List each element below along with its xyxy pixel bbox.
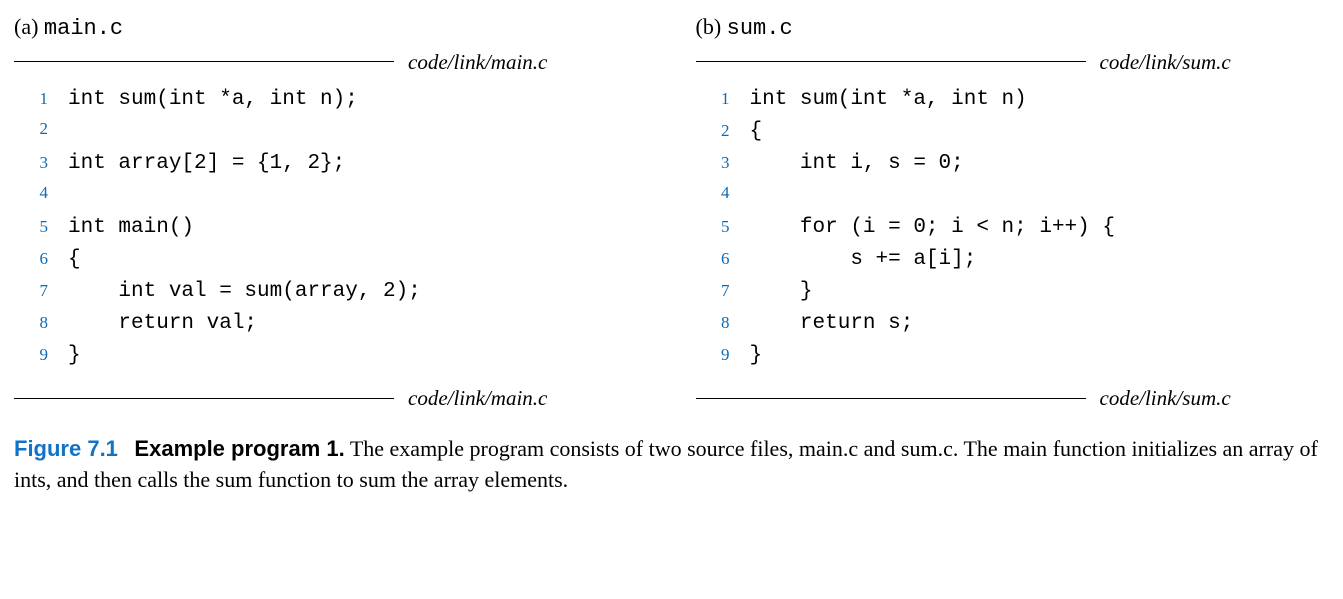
code-text: return val;	[68, 310, 257, 338]
rule-line	[696, 398, 1086, 399]
rule-top-b: code/link/sum.c	[696, 48, 1330, 76]
panel-sum: (b) sum.c code/link/sum.c 1int sum(int *…	[696, 12, 1330, 412]
line-number: 5	[14, 216, 68, 239]
file-path-top-a: code/link/main.c	[394, 48, 547, 76]
code-line: 5int main()	[14, 214, 648, 246]
code-line: 3int array[2] = {1, 2};	[14, 150, 648, 182]
rule-line	[696, 61, 1086, 62]
code-text: return s;	[750, 310, 914, 338]
code-text: int main()	[68, 214, 194, 242]
line-number: 1	[696, 88, 750, 111]
code-line: 4	[696, 182, 1330, 214]
caption-file-1: main.c	[799, 436, 858, 461]
panel-main: (a) main.c code/link/main.c 1int sum(int…	[14, 12, 648, 412]
code-text: }	[750, 342, 763, 370]
line-number: 8	[696, 312, 750, 335]
rule-top-a: code/link/main.c	[14, 48, 648, 76]
rule-line	[14, 61, 394, 62]
line-number: 7	[14, 280, 68, 303]
caption-text-1: The example program consists of two sour…	[345, 436, 799, 461]
code-line: 8 return val;	[14, 310, 648, 342]
caption-type-1: ints	[14, 467, 46, 492]
code-text: {	[68, 246, 81, 274]
code-columns: (a) main.c code/link/main.c 1int sum(int…	[14, 12, 1329, 412]
code-line: 4	[14, 182, 648, 214]
code-text: }	[68, 342, 81, 370]
code-text: int sum(int *a, int n)	[750, 86, 1027, 114]
line-number: 3	[14, 152, 68, 175]
rule-line	[14, 398, 394, 399]
line-number: 2	[14, 118, 68, 141]
code-text: s += a[i];	[750, 246, 977, 274]
code-text: }	[750, 278, 813, 306]
figure-caption: Figure 7.1 Example program 1. The exampl…	[14, 434, 1329, 496]
code-text: for (i = 0; i < n; i++) {	[750, 214, 1115, 242]
code-text: int i, s = 0;	[750, 150, 964, 178]
line-number: 4	[14, 182, 68, 205]
file-path-bot-b: code/link/sum.c	[1086, 384, 1231, 412]
caption-fn-2: sum	[216, 467, 253, 492]
code-line: 6{	[14, 246, 648, 278]
line-number: 2	[696, 120, 750, 143]
file-path-top-b: code/link/sum.c	[1086, 48, 1231, 76]
panel-label-a: (a) main.c	[14, 12, 648, 44]
code-line: 7 }	[696, 278, 1330, 310]
code-line: 5 for (i = 0; i < n; i++) {	[696, 214, 1330, 246]
panel-tag-a: (a)	[14, 14, 38, 39]
caption-fn-1: main	[1003, 436, 1047, 461]
code-line: 6 s += a[i];	[696, 246, 1330, 278]
figure-title: Example program 1.	[134, 436, 344, 461]
caption-text-5: , and then calls the	[46, 467, 216, 492]
line-number: 3	[696, 152, 750, 175]
panel-filename-a: main.c	[44, 16, 123, 41]
code-line: 1int sum(int *a, int n);	[14, 86, 648, 118]
line-number: 9	[696, 344, 750, 367]
line-number: 6	[14, 248, 68, 271]
code-text: {	[750, 118, 763, 146]
caption-text-3: . The	[953, 436, 1003, 461]
code-line: 2	[14, 118, 648, 150]
panel-label-b: (b) sum.c	[696, 12, 1330, 44]
code-line: 7 int val = sum(array, 2);	[14, 278, 648, 310]
line-number: 6	[696, 248, 750, 271]
caption-text-4: function initializes an array of	[1047, 436, 1318, 461]
code-line: 8 return s;	[696, 310, 1330, 342]
code-block-a: 1int sum(int *a, int n);2 3int array[2] =…	[14, 76, 648, 384]
panel-tag-b: (b)	[696, 14, 722, 39]
file-path-bot-a: code/link/main.c	[394, 384, 547, 412]
code-text: int val = sum(array, 2);	[68, 278, 421, 306]
line-number: 1	[14, 88, 68, 111]
code-line: 1int sum(int *a, int n)	[696, 86, 1330, 118]
line-number: 5	[696, 216, 750, 239]
caption-file-2: sum.c	[901, 436, 953, 461]
code-line: 9}	[696, 342, 1330, 374]
code-line: 2{	[696, 118, 1330, 150]
rule-bot-b: code/link/sum.c	[696, 384, 1330, 412]
code-text: int array[2] = {1, 2};	[68, 150, 345, 178]
code-block-b: 1int sum(int *a, int n)2{3 int i, s = 0;…	[696, 76, 1330, 384]
code-line: 9}	[14, 342, 648, 374]
caption-text-6: function to sum the array elements.	[252, 467, 568, 492]
caption-text-2: and	[858, 436, 901, 461]
line-number: 8	[14, 312, 68, 335]
figure-number: Figure 7.1	[14, 436, 118, 461]
panel-filename-b: sum.c	[727, 16, 793, 41]
rule-bot-a: code/link/main.c	[14, 384, 648, 412]
line-number: 4	[696, 182, 750, 205]
line-number: 7	[696, 280, 750, 303]
line-number: 9	[14, 344, 68, 367]
code-line: 3 int i, s = 0;	[696, 150, 1330, 182]
code-text: int sum(int *a, int n);	[68, 86, 358, 114]
